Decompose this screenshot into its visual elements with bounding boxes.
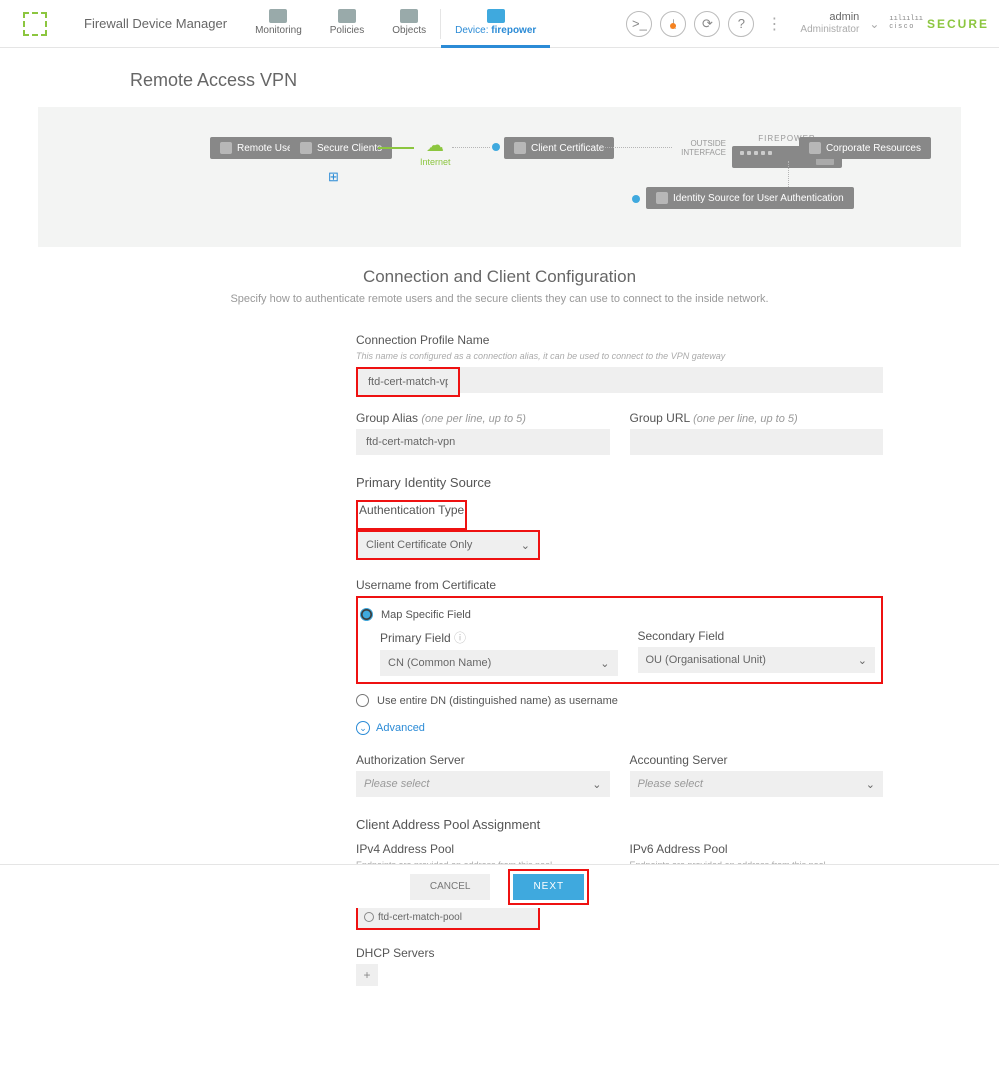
more-menu-button[interactable]: ⋮ bbox=[758, 14, 790, 34]
user-name: admin bbox=[800, 11, 859, 24]
group-url-input[interactable] bbox=[630, 429, 884, 455]
authz-server-label: Authorization Server bbox=[356, 753, 610, 767]
next-button-highlight: NEXT bbox=[508, 869, 589, 905]
group-alias-label: Group Alias (one per line, up to 5) bbox=[356, 411, 610, 425]
next-button[interactable]: NEXT bbox=[513, 874, 584, 900]
dhcp-servers-label: DHCP Servers bbox=[356, 946, 883, 960]
user-chevron-icon: ⌄ bbox=[869, 17, 889, 31]
profile-name-input[interactable] bbox=[358, 369, 458, 395]
info-icon: ⓘ bbox=[454, 631, 466, 645]
auth-type-select[interactable]: Client Certificate Only⌄ bbox=[358, 532, 538, 558]
user-role: Administrator bbox=[800, 24, 859, 36]
secondary-field-select[interactable]: OU (Organisational Unit)⌄ bbox=[638, 647, 876, 673]
username-from-cert-label: Username from Certificate bbox=[356, 578, 883, 592]
profile-name-input-ext[interactable] bbox=[460, 367, 883, 393]
tab-monitoring[interactable]: Monitoring bbox=[241, 0, 316, 48]
tab-objects[interactable]: Objects bbox=[378, 0, 440, 48]
wizard-footer: CANCEL NEXT bbox=[0, 864, 999, 908]
cloud-icon: ☁ bbox=[426, 135, 444, 156]
auth-type-label: Authentication Type bbox=[359, 503, 464, 517]
app-brand: Firewall Device Manager bbox=[70, 16, 241, 31]
monitoring-icon bbox=[269, 9, 287, 23]
objects-icon bbox=[400, 9, 418, 23]
section-title: Connection and Client Configuration bbox=[0, 267, 999, 287]
dhcp-add-button[interactable]: + bbox=[356, 964, 378, 986]
refresh-button[interactable]: ⟳ bbox=[694, 11, 720, 37]
primary-field-select[interactable]: CN (Common Name)⌄ bbox=[380, 650, 618, 676]
chevron-down-icon: ⌄ bbox=[521, 539, 530, 552]
acct-server-select[interactable]: Please select⌄ bbox=[630, 771, 884, 797]
node-corp-resources: Corporate Resources bbox=[799, 137, 931, 159]
auth-type-select-highlight: Client Certificate Only⌄ bbox=[356, 530, 540, 560]
cert-icon bbox=[514, 142, 526, 154]
internet-label: Internet bbox=[420, 157, 451, 167]
help-button[interactable]: ? bbox=[728, 11, 754, 37]
deploy-pending-icon bbox=[670, 23, 676, 29]
chevron-down-icon: ⌄ bbox=[600, 657, 609, 670]
cancel-button[interactable]: CANCEL bbox=[410, 874, 491, 900]
pool-icon bbox=[364, 912, 374, 922]
policies-icon bbox=[338, 9, 356, 23]
tab-device-label: Device: firepower bbox=[455, 25, 536, 36]
authz-server-select[interactable]: Please select⌄ bbox=[356, 771, 610, 797]
path-dot bbox=[492, 143, 500, 151]
identity-icon bbox=[656, 192, 668, 204]
windows-icon: ⊞ bbox=[328, 169, 339, 185]
advanced-toggle[interactable]: ⌄Advanced bbox=[356, 721, 883, 735]
profile-name-highlight bbox=[356, 367, 460, 397]
radio-map-specific[interactable]: Map Specific Field bbox=[360, 608, 875, 621]
profile-name-hint: This name is configured as a connection … bbox=[356, 351, 883, 361]
tab-objects-label: Objects bbox=[392, 25, 426, 36]
chevron-down-icon: ⌄ bbox=[858, 654, 867, 667]
group-alias-input[interactable] bbox=[356, 429, 610, 455]
tab-device[interactable]: Device: firepower bbox=[441, 0, 550, 48]
building-icon bbox=[809, 142, 821, 154]
link-line bbox=[378, 147, 414, 149]
dash-line bbox=[452, 147, 490, 148]
page-title: Remote Access VPN bbox=[0, 48, 999, 107]
chevron-down-icon: ⌄ bbox=[866, 778, 875, 791]
cisco-logo: ıılıılııcisco bbox=[889, 16, 927, 31]
section-subtitle: Specify how to authenticate remote users… bbox=[0, 293, 999, 305]
cli-button[interactable]: >_ bbox=[626, 11, 652, 37]
chevron-down-icon: ⌄ bbox=[356, 721, 370, 735]
laptop-icon bbox=[300, 142, 312, 154]
chevron-down-icon: ⌄ bbox=[592, 778, 601, 791]
tab-policies-label: Policies bbox=[330, 25, 364, 36]
radio-map-specific-input[interactable] bbox=[360, 608, 373, 621]
address-pool-heading: Client Address Pool Assignment bbox=[356, 817, 883, 832]
radio-use-dn-input[interactable] bbox=[356, 694, 369, 707]
node-identity-source: Identity Source for User Authentication bbox=[646, 187, 854, 209]
user-menu[interactable]: admin Administrator bbox=[790, 11, 869, 36]
ipv6-pool-label: IPv6 Address Pool bbox=[630, 842, 884, 856]
node-secure-clients: Secure Clients bbox=[290, 137, 392, 159]
acct-server-label: Accounting Server bbox=[630, 753, 884, 767]
secondary-field-label: Secondary Field bbox=[638, 629, 876, 643]
dash-line-2 bbox=[602, 147, 672, 148]
primary-identity-heading: Primary Identity Source bbox=[356, 475, 883, 490]
outside-label: OUTSIDE INTERFACE bbox=[676, 139, 726, 157]
node-client-cert: Client Certificate bbox=[504, 137, 614, 159]
secure-label: SECURE bbox=[927, 17, 989, 31]
app-logo bbox=[0, 12, 70, 36]
map-fields-highlight: Map Specific Field Primary Field ⓘ CN (C… bbox=[356, 596, 883, 684]
profile-name-label: Connection Profile Name bbox=[356, 333, 883, 347]
users-icon bbox=[220, 142, 232, 154]
auth-type-highlight: Authentication Type bbox=[356, 500, 467, 530]
ipv4-pool-item[interactable]: ftd-cert-match-pool bbox=[358, 906, 538, 928]
radio-use-dn[interactable]: Use entire DN (distinguished name) as us… bbox=[356, 694, 883, 707]
tab-monitoring-label: Monitoring bbox=[255, 25, 302, 36]
topology-diagram: Remote Users Secure Clients ☁ Internet C… bbox=[38, 107, 961, 247]
ipv4-pool-label: IPv4 Address Pool bbox=[356, 842, 610, 856]
group-url-label: Group URL (one per line, up to 5) bbox=[630, 411, 884, 425]
primary-field-label: Primary Field ⓘ bbox=[380, 629, 618, 646]
tab-policies[interactable]: Policies bbox=[316, 0, 378, 48]
device-icon bbox=[487, 9, 505, 23]
path-dot-2 bbox=[632, 195, 640, 203]
